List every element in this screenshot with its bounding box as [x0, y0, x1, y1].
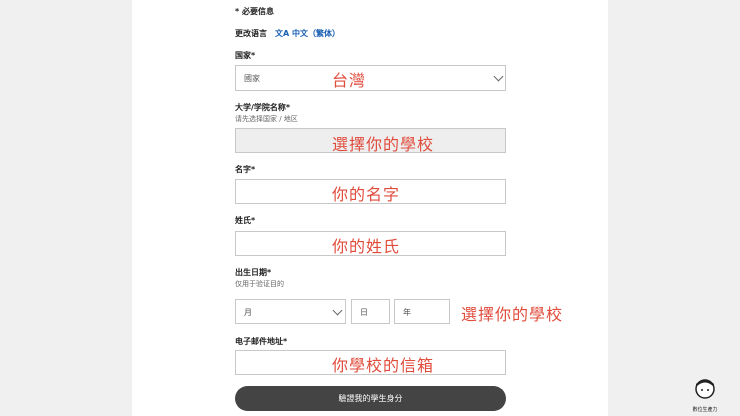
first-name-label: 名字* — [235, 165, 256, 174]
country-label: 国家* — [235, 51, 256, 60]
country-annotation: 台灣 — [332, 71, 367, 90]
first-name-annotation: 你的名字 — [332, 185, 401, 204]
country-select[interactable]: 國家 — [235, 65, 506, 91]
language-switcher[interactable]: 文A 中文（繁体） — [275, 28, 340, 39]
avatar-icon — [695, 379, 715, 399]
last-name-annotation: 你的姓氏 — [332, 237, 401, 256]
birthdate-label: 出生日期* — [235, 268, 272, 277]
email-annotation: 你學校的信箱 — [332, 356, 435, 375]
chevron-down-icon — [493, 71, 504, 82]
last-name-label: 姓氏* — [235, 216, 256, 225]
birth-month-select[interactable]: 月 — [235, 299, 346, 324]
school-hint: 请先选择国家 / 地区 — [235, 115, 298, 123]
language-label: 更改语言 — [235, 29, 267, 38]
birth-year-input[interactable]: 年 — [394, 299, 450, 324]
birth-year-placeholder: 年 — [403, 308, 411, 317]
birth-month-placeholder: 月 — [244, 308, 252, 317]
brand-logo: 數位生產力 — [690, 378, 720, 414]
birthdate-annotation: 選擇你的學校 — [461, 305, 564, 324]
email-label: 电子邮件地址* — [235, 337, 288, 346]
birth-day-input[interactable]: 日 — [351, 299, 390, 324]
required-note: * 必要信息 — [235, 7, 274, 16]
school-annotation: 選擇你的學校 — [332, 135, 435, 154]
brand-name: 數位生產力 — [692, 407, 718, 413]
birthdate-hint: 仅用于验证目的 — [235, 280, 284, 288]
verify-student-button[interactable]: 驗證我的學生身分 — [235, 386, 506, 411]
chevron-down-icon — [332, 305, 343, 316]
school-label: 大学/学院名称* — [235, 103, 291, 112]
birth-day-placeholder: 日 — [360, 308, 368, 317]
country-placeholder: 國家 — [244, 74, 260, 83]
